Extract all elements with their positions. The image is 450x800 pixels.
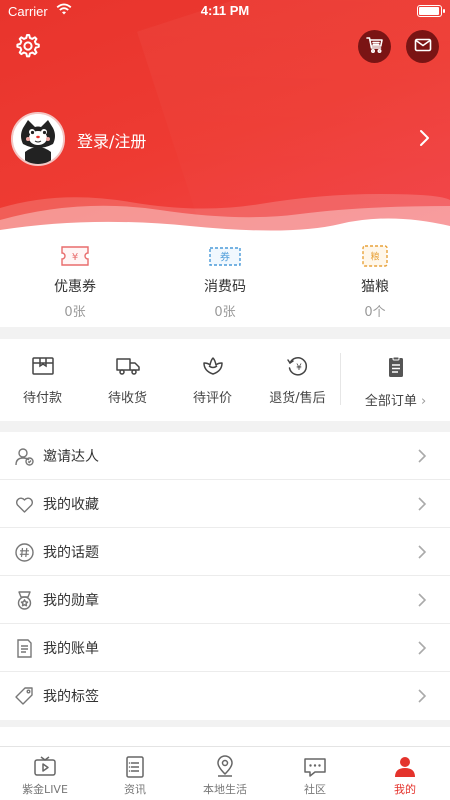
all-orders-label: 全部订单 xyxy=(364,394,417,409)
cart-icon xyxy=(365,35,385,59)
menu-item-label: 我的勋章 xyxy=(43,593,99,609)
mail-button[interactable] xyxy=(406,30,439,63)
chevron-right-icon xyxy=(414,543,430,561)
menu-item-label: 我的收藏 xyxy=(43,497,99,513)
tv-play-icon xyxy=(32,755,58,779)
asset-value: 0张 xyxy=(214,305,236,320)
tab-label: 资讯 xyxy=(124,783,146,796)
truck-icon xyxy=(115,355,141,377)
asset-voucher-code[interactable]: 券 消费码 0张 xyxy=(150,232,300,327)
tab-local-life[interactable]: 本地生活 xyxy=(180,747,270,800)
invite-user-icon xyxy=(14,446,35,467)
svg-text:券: 券 xyxy=(220,251,230,264)
cart-button[interactable] xyxy=(358,30,391,63)
order-label: 待收货 xyxy=(107,391,147,406)
tab-label: 本地生活 xyxy=(203,783,247,796)
header-wave xyxy=(0,194,450,235)
chat-bubble-icon xyxy=(302,755,328,779)
medal-icon xyxy=(14,590,35,611)
menu-item-label: 邀请达人 xyxy=(43,449,99,465)
tab-mine[interactable]: 我的 xyxy=(360,747,450,800)
order-label: 待付款 xyxy=(22,391,62,406)
menu-item-label: 我的话题 xyxy=(43,545,99,561)
order-label: 全部订单 › xyxy=(341,390,450,409)
tab-label: 社区 xyxy=(304,783,326,796)
clock: 4:11 PM xyxy=(200,3,250,18)
menu-item-invite[interactable]: 邀请达人 xyxy=(0,432,450,480)
menu-item-medals[interactable]: 我的勋章 xyxy=(0,576,450,624)
chevron-right-icon xyxy=(414,447,430,465)
asset-label: 优惠券 xyxy=(54,279,96,295)
order-refund-aftersale[interactable]: ¥ 退货/售后 xyxy=(255,339,340,421)
all-orders-button[interactable]: 全部订单 › xyxy=(340,353,450,409)
asset-value: 0个 xyxy=(364,305,386,320)
battery-icon xyxy=(417,5,445,17)
assets-row: ¥ 优惠券 0张 券 消费码 0张 粮 猫粮 0个 xyxy=(0,232,450,327)
menu-item-bills[interactable]: 我的账单 xyxy=(0,624,450,672)
tab-label: 紫金LIVE xyxy=(22,783,68,796)
order-label: 待评价 xyxy=(192,391,232,406)
gear-icon[interactable] xyxy=(13,32,41,60)
profile-page: Carrier 4:11 PM 登录/注册 ¥ 优惠券 0张 券 消费码 0张 … xyxy=(0,0,450,800)
asset-cat-food[interactable]: 粮 猫粮 0个 xyxy=(300,232,450,327)
refund-icon: ¥ xyxy=(285,355,311,377)
tab-news[interactable]: 资讯 xyxy=(90,747,180,800)
hashtag-icon xyxy=(14,542,35,563)
tab-label: 我的 xyxy=(394,783,416,796)
login-register-link[interactable]: 登录/注册 xyxy=(77,128,146,152)
svg-text:¥: ¥ xyxy=(296,363,302,373)
tag-icon xyxy=(14,686,35,707)
asset-coupon[interactable]: ¥ 优惠券 0张 xyxy=(0,232,150,327)
menu-item-favorites[interactable]: 我的收藏 xyxy=(0,480,450,528)
svg-text:粮: 粮 xyxy=(370,251,379,263)
chevron-right-icon xyxy=(414,495,430,513)
menu-list: 邀请达人 我的收藏 我的话题 我的勋章 我的账单 我的标签 xyxy=(0,432,450,720)
bill-icon xyxy=(14,638,35,659)
svg-text:¥: ¥ xyxy=(72,252,78,263)
profile-header: Carrier 4:11 PM 登录/注册 xyxy=(0,0,450,235)
location-pin-icon xyxy=(212,755,238,779)
wallet-icon xyxy=(30,355,56,377)
heart-icon xyxy=(14,494,35,515)
person-icon xyxy=(392,755,418,779)
chevron-right-icon xyxy=(414,591,430,609)
asset-value: 0张 xyxy=(64,305,86,320)
order-label: 退货/售后 xyxy=(269,391,326,406)
menu-item-tags[interactable]: 我的标签 xyxy=(0,672,450,720)
order-pending-payment[interactable]: 待付款 xyxy=(0,339,85,421)
coupon-icon: ¥ xyxy=(58,244,92,268)
orders-row: 待付款 待收货 待评价 ¥ 退货/售后 全部订单 › xyxy=(0,339,450,421)
clipboard-icon xyxy=(383,356,409,378)
order-pending-review[interactable]: 待评价 xyxy=(170,339,255,421)
menu-item-label: 我的标签 xyxy=(43,689,99,705)
status-bar: Carrier 4:11 PM xyxy=(0,0,450,22)
tab-community[interactable]: 社区 xyxy=(270,747,360,800)
mail-icon xyxy=(413,35,433,59)
news-list-icon xyxy=(122,755,148,779)
chevron-right-icon xyxy=(414,639,430,657)
asset-label: 消费码 xyxy=(204,279,246,295)
chevron-right-icon[interactable] xyxy=(414,128,434,148)
order-pending-receipt[interactable]: 待收货 xyxy=(85,339,170,421)
asset-label: 猫粮 xyxy=(361,279,389,295)
avatar[interactable] xyxy=(11,112,65,166)
tab-bar: 紫金LIVE 资讯 本地生活 社区 我的 xyxy=(0,746,450,800)
review-icon xyxy=(200,355,226,377)
chevron-right-icon: › xyxy=(420,394,427,409)
chevron-right-icon xyxy=(414,687,430,705)
menu-item-label: 我的账单 xyxy=(43,641,99,657)
tab-zijin-live[interactable]: 紫金LIVE xyxy=(0,747,90,800)
menu-item-topics[interactable]: 我的话题 xyxy=(0,528,450,576)
cat-food-icon: 粮 xyxy=(358,244,392,268)
voucher-code-icon: 券 xyxy=(208,244,242,268)
